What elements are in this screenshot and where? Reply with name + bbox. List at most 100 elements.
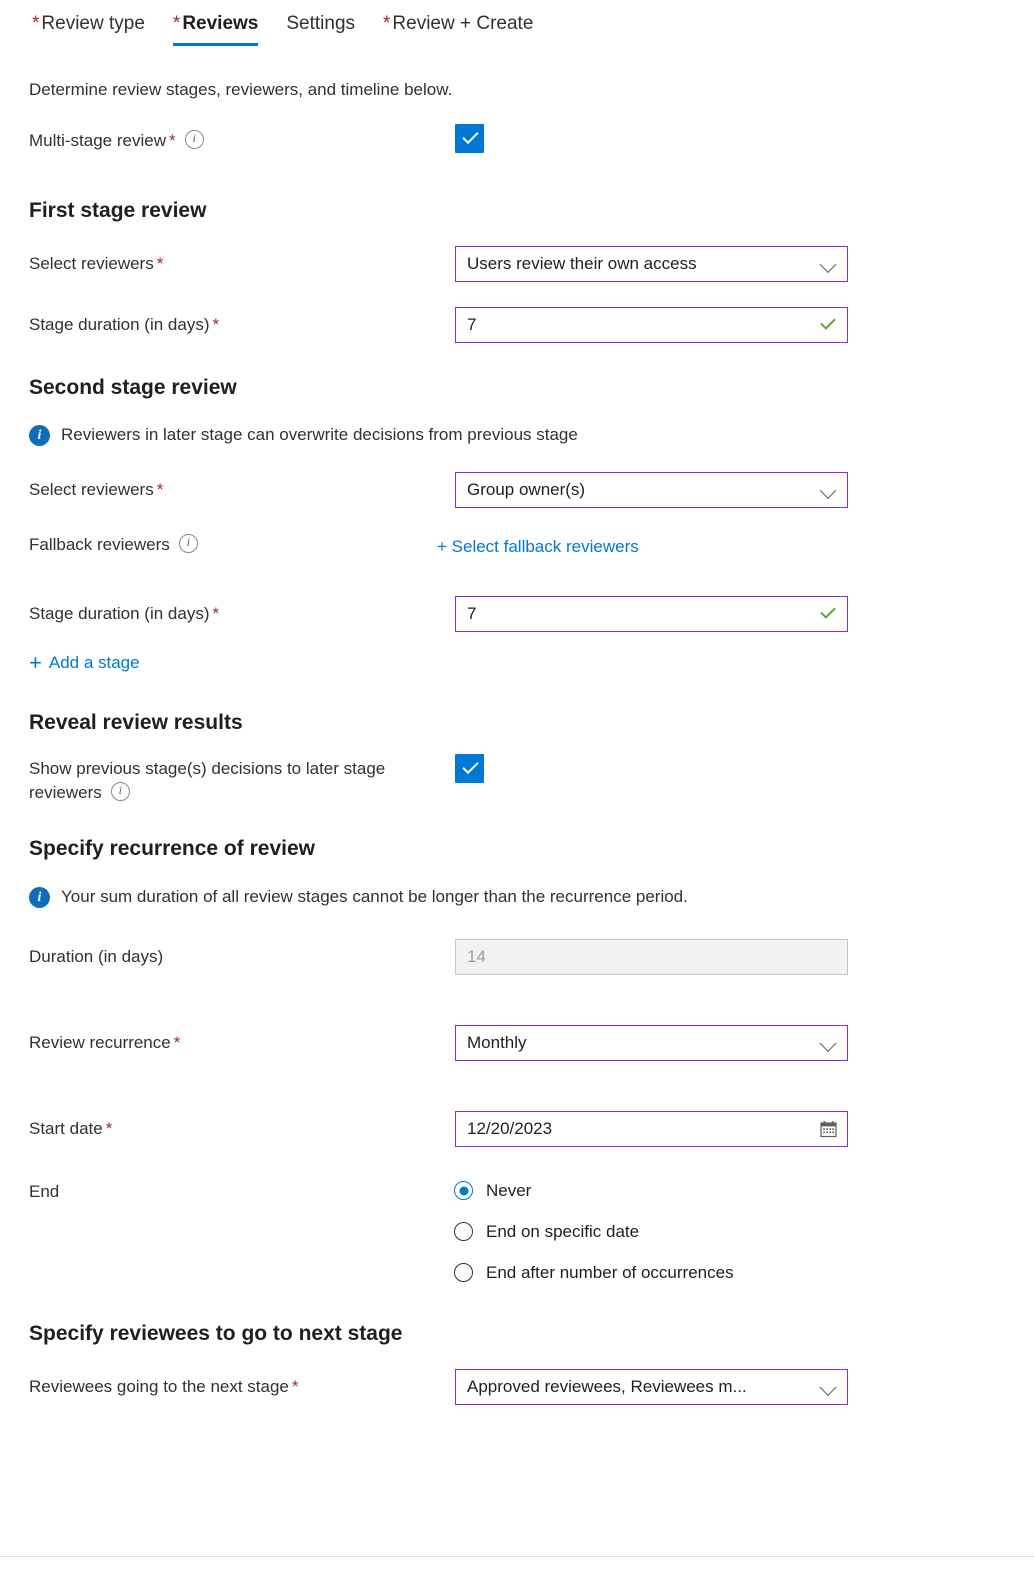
label-text: Fallback reviewers	[29, 535, 170, 554]
first-stage-heading: First stage review	[29, 199, 207, 222]
duration-input: 14	[455, 939, 848, 975]
start-date-label: Start date *	[29, 1117, 112, 1141]
tab-label: Settings	[286, 13, 356, 34]
add-a-stage-button[interactable]: + Add a stage	[29, 650, 140, 675]
radio-label: End after number of occurrences	[486, 1262, 734, 1282]
input-value: 7	[467, 315, 477, 334]
label-text: Start date	[29, 1119, 103, 1138]
multi-stage-review-row: Multi-stage review *	[29, 124, 1034, 165]
end-option-specific-date[interactable]: End on specific date	[454, 1211, 639, 1252]
reviewees-next-stage-dropdown[interactable]: Approved reviewees, Reviewees m...	[455, 1369, 848, 1405]
label-text: Select reviewers	[29, 480, 154, 499]
reviewees-next-stage-label: Reviewees going to the next stage *	[29, 1375, 299, 1399]
page-description: Determine review stages, reviewers, and …	[29, 80, 453, 99]
info-circle-outline-icon[interactable]	[110, 781, 130, 801]
second-stage-duration-row: Stage duration (in days) * 7	[29, 596, 1034, 632]
tab-reviews[interactable]: * Reviews	[159, 0, 272, 46]
first-stage-select-reviewers-row: Select reviewers * Users review their own…	[29, 246, 1034, 282]
first-stage-select-reviewers-dropdown[interactable]: Users review their own access	[455, 246, 848, 282]
info-circle-filled-icon	[29, 886, 50, 908]
reveal-results-row: Show previous stage(s) decisions to late…	[29, 754, 1034, 815]
multi-stage-review-checkbox[interactable]	[455, 124, 484, 153]
required-asterisk: *	[169, 131, 176, 150]
end-option-occurrences[interactable]: End after number of occurrences	[454, 1252, 734, 1293]
select-reviewers-label: Select reviewers *	[29, 252, 163, 276]
start-date-input[interactable]: 12/20/2023	[455, 1111, 848, 1147]
dropdown-value: Approved reviewees, Reviewees m...	[467, 1377, 747, 1396]
end-row: End Never End on specific date End after…	[29, 1170, 1034, 1295]
required-asterisk: *	[212, 604, 220, 623]
calendar-icon[interactable]	[820, 1121, 837, 1138]
info-circle-outline-icon[interactable]	[178, 533, 198, 553]
info-circle-filled-icon	[29, 424, 50, 446]
stage-duration-label: Stage duration (in days) *	[29, 313, 219, 337]
info-circle-outline-icon[interactable]	[184, 129, 204, 149]
required-asterisk: *	[105, 1119, 113, 1138]
tab-settings[interactable]: Settings	[272, 0, 369, 38]
tab-review-create[interactable]: * Review + Create	[369, 0, 547, 38]
label-text: Multi-stage review	[29, 131, 166, 150]
reviewees-next-stage-row: Reviewees going to the next stage * Appro…	[29, 1369, 1034, 1405]
review-recurrence-dropdown[interactable]: Monthly	[455, 1025, 848, 1061]
end-option-never[interactable]: Never	[454, 1170, 531, 1211]
wizard-tab-bar: * Review type * Reviews Settings * Review +…	[0, 0, 1034, 56]
label-text: Stage duration (in days)	[29, 604, 210, 623]
multi-stage-review-label: Multi-stage review *	[29, 129, 204, 153]
recurrence-info-message: Your sum duration of all review stages c…	[29, 885, 1034, 909]
required-asterisk: *	[173, 1033, 181, 1052]
add-a-stage-label: Add a stage	[48, 653, 140, 672]
green-check-icon	[819, 316, 837, 334]
required-asterisk: *	[383, 13, 391, 34]
required-asterisk: *	[172, 13, 181, 34]
first-stage-duration-input[interactable]: 7	[455, 307, 848, 343]
radio-label: Never	[486, 1180, 532, 1200]
label-text: Reviewees going to the next stage	[29, 1377, 289, 1396]
input-value: 12/20/2023	[467, 1119, 553, 1138]
required-asterisk: *	[32, 13, 40, 34]
footer-divider	[0, 1556, 1034, 1557]
dropdown-value: Monthly	[467, 1033, 527, 1052]
radio-label: End on specific date	[486, 1221, 640, 1241]
info-message-text: Reviewers in later stage can overwrite d…	[61, 425, 578, 444]
select-fallback-reviewers-link[interactable]: + Select fallback reviewers	[437, 535, 639, 559]
second-stage-select-reviewers-row: Select reviewers * Group owner(s)	[29, 472, 1034, 508]
show-previous-decisions-label: Show previous stage(s) decisions to late…	[29, 757, 409, 805]
tab-review-type[interactable]: * Review type	[18, 0, 159, 38]
label-text: Review recurrence	[29, 1033, 171, 1052]
tab-label: Review + Create	[392, 13, 534, 34]
second-stage-duration-input[interactable]: 7	[455, 596, 848, 632]
label-text: Show previous stage(s) decisions to late…	[29, 759, 386, 802]
dropdown-value: Users review their own access	[467, 254, 697, 273]
chevron-down-icon	[821, 1036, 836, 1051]
radio-selected-icon	[454, 1181, 473, 1200]
label-text: Stage duration (in days)	[29, 315, 210, 334]
tab-label: Reviews	[182, 13, 259, 34]
first-stage-duration-row: Stage duration (in days) * 7	[29, 307, 1034, 343]
reveal-results-heading: Reveal review results	[29, 711, 243, 734]
reviews-form: Determine review stages, reviewers, and …	[0, 56, 1034, 1405]
required-asterisk: *	[156, 254, 164, 273]
info-message-text: Your sum duration of all review stages c…	[61, 887, 688, 906]
dropdown-value: Group owner(s)	[467, 480, 586, 499]
select-reviewers-label: Select reviewers *	[29, 478, 163, 502]
radio-unselected-icon	[454, 1263, 473, 1282]
fallback-reviewers-label: Fallback reviewers	[29, 533, 198, 557]
end-radio-group: Never End on specific date End after num…	[454, 1170, 734, 1293]
plus-icon: +	[29, 650, 42, 675]
show-previous-decisions-checkbox[interactable]	[455, 754, 484, 783]
chevron-down-icon	[821, 483, 836, 498]
radio-unselected-icon	[454, 1222, 473, 1241]
required-asterisk: *	[212, 315, 220, 334]
input-value: 14	[467, 947, 486, 966]
recurrence-heading: Specify recurrence of review	[29, 837, 315, 860]
review-recurrence-row: Review recurrence * Monthly	[29, 1025, 1034, 1061]
stage-duration-label: Stage duration (in days) *	[29, 602, 219, 626]
second-stage-select-reviewers-dropdown[interactable]: Group owner(s)	[455, 472, 848, 508]
required-asterisk: *	[291, 1377, 299, 1396]
active-tab-underline	[172, 43, 259, 46]
green-check-icon	[819, 605, 837, 623]
review-recurrence-label: Review recurrence *	[29, 1031, 180, 1055]
end-label: End	[29, 1182, 60, 1201]
duration-label: Duration (in days)	[29, 947, 164, 966]
fallback-reviewers-row: Fallback reviewers + Select fallback rev…	[29, 533, 1034, 563]
